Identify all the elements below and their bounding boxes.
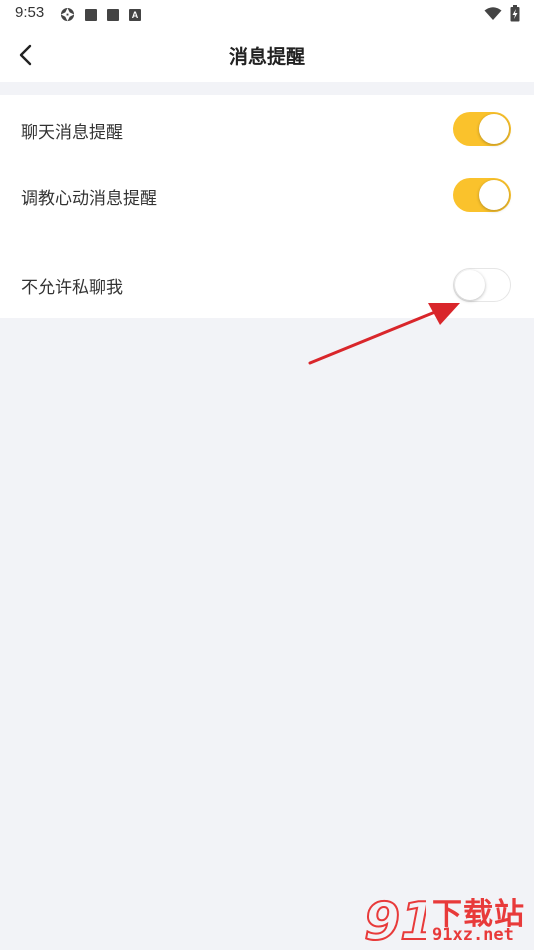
wifi-icon — [484, 6, 502, 20]
page-title: 消息提醒 — [228, 46, 305, 68]
svg-text:91: 91 — [364, 892, 426, 947]
aperture-icon — [60, 7, 75, 22]
toggle-knob — [479, 180, 509, 210]
status-time: 9:53 — [15, 4, 45, 21]
setting-label: 调教心动消息提醒 — [21, 189, 157, 209]
watermark-url: 91xz.net — [432, 925, 514, 945]
settings-panel: 聊天消息提醒 调教心动消息提醒 不允许私聊我 — [0, 95, 534, 318]
square-icon — [85, 8, 97, 21]
status-icons-right — [484, 5, 520, 22]
heartbeat-notify-toggle[interactable] — [453, 178, 511, 212]
watermark: 91 下载站 91xz.net — [362, 887, 532, 947]
toggle-knob — [479, 114, 509, 144]
watermark-logo-icon: 91 — [363, 891, 426, 947]
square-icon — [107, 8, 119, 21]
status-icons-left: A — [60, 7, 141, 22]
status-bar: 9:53 A — [0, 0, 534, 28]
setting-label: 聊天消息提醒 — [21, 123, 123, 143]
setting-row-heartbeat-notify: 调教心动消息提醒 — [0, 178, 534, 212]
chat-notify-toggle[interactable] — [453, 112, 511, 146]
battery-charging-icon — [510, 5, 520, 22]
annotation-arrow — [308, 303, 460, 365]
a-icon: A — [129, 8, 141, 21]
page-header: 消息提醒 — [0, 28, 534, 82]
setting-row-chat-notify: 聊天消息提醒 — [0, 112, 534, 146]
setting-label: 不允许私聊我 — [21, 278, 123, 298]
